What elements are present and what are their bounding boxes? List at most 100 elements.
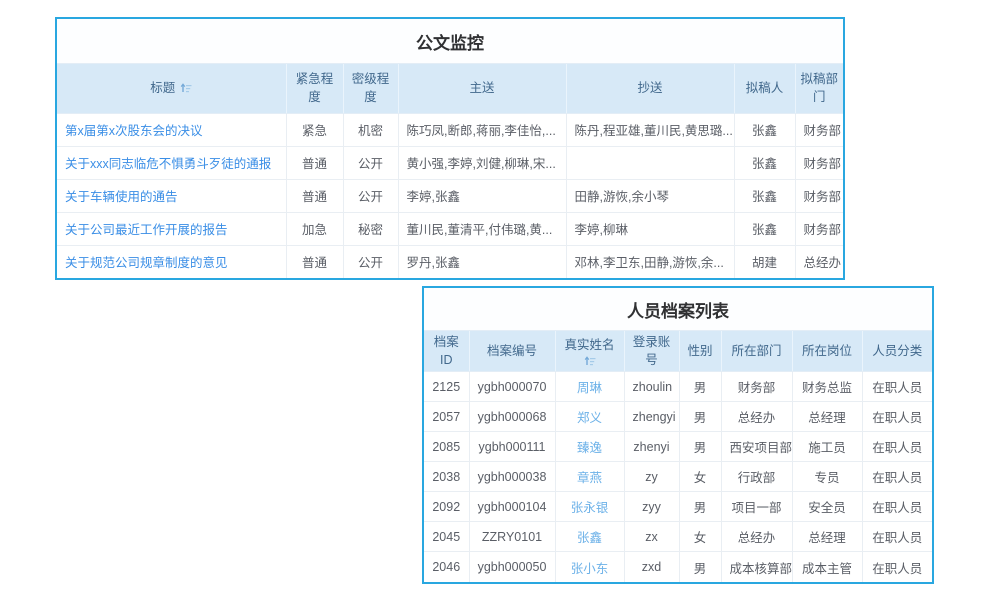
doc-title-link[interactable]: 关于xxx同志临危不惧勇斗歹徒的通报 <box>65 157 271 171</box>
position-cell: 专员 <box>792 462 862 492</box>
doc-title-link[interactable]: 关于规范公司规章制度的意见 <box>65 256 228 270</box>
name-cell: 章燕 <box>555 462 624 492</box>
person-name-link[interactable]: 周琳 <box>577 381 602 395</box>
category-cell: 在职人员 <box>862 432 932 462</box>
personnel-archive-table: 档案ID 档案编号 真实姓名 登录账号 性别 <box>424 331 932 582</box>
position-cell: 总经理 <box>792 522 862 552</box>
cc-cell: 邓林,李卫东,田静,游恢,余... <box>566 245 734 278</box>
archive-id-cell: 2045 <box>424 522 469 552</box>
gender-cell: 男 <box>679 492 721 522</box>
archive-header-row: 档案ID 档案编号 真实姓名 登录账号 性别 <box>424 331 932 372</box>
archive-id-cell: 2085 <box>424 432 469 462</box>
category-cell: 在职人员 <box>862 462 932 492</box>
doc-title-cell: 关于公司最近工作开展的报告 <box>57 212 286 245</box>
table-row: 关于公司最近工作开展的报告 加急 秘密 董川民,董清平,付伟璐,黄... 李婷,… <box>57 212 843 245</box>
archive-header-gender: 性别 <box>679 331 721 372</box>
main-to-cell: 罗丹,张鑫 <box>398 245 566 278</box>
drafter-cell: 张鑫 <box>734 212 795 245</box>
archive-header-file-no: 档案编号 <box>469 331 555 372</box>
position-cell: 财务总监 <box>792 372 862 402</box>
department-cell: 项目一部 <box>721 492 792 522</box>
file-no-cell: ygbh000070 <box>469 372 555 402</box>
monitor-header-dept: 拟稿部门 <box>795 64 843 113</box>
file-no-cell: ygbh000068 <box>469 402 555 432</box>
gender-cell: 男 <box>679 432 721 462</box>
account-cell: zx <box>624 522 679 552</box>
person-name-link[interactable]: 张永银 <box>571 501 609 515</box>
monitor-header-title-label: 标题 <box>150 79 175 97</box>
urgency-cell: 紧急 <box>286 113 343 146</box>
category-cell: 在职人员 <box>862 522 932 552</box>
doc-title-link[interactable]: 关于车辆使用的通告 <box>65 190 178 204</box>
person-name-link[interactable]: 张鑫 <box>577 531 602 545</box>
archive-id-cell: 2092 <box>424 492 469 522</box>
urgency-cell: 加急 <box>286 212 343 245</box>
table-row: 2045 ZZRY0101 张鑫 zx 女 总经办 总经理 在职人员 <box>424 522 932 552</box>
archive-header-position: 所在岗位 <box>792 331 862 372</box>
name-cell: 张鑫 <box>555 522 624 552</box>
document-monitor-panel: 公文监控 标题 <box>55 17 845 280</box>
person-name-link[interactable]: 臻逸 <box>577 441 602 455</box>
department-cell: 成本核算部 <box>721 552 792 582</box>
document-monitor-title: 公文监控 <box>57 19 843 64</box>
gender-cell: 女 <box>679 462 721 492</box>
name-cell: 周琳 <box>555 372 624 402</box>
table-row: 第x届第x次股东会的决议 紧急 机密 陈巧凤,断郎,蒋丽,李佳怡,... 陈丹,… <box>57 113 843 146</box>
dept-cell: 财务部 <box>795 113 843 146</box>
sort-icon[interactable] <box>584 355 596 367</box>
cc-cell: 陈丹,程亚雄,董川民,黄思璐... <box>566 113 734 146</box>
account-cell: zxd <box>624 552 679 582</box>
name-cell: 郑义 <box>555 402 624 432</box>
table-row: 关于规范公司规章制度的意见 普通 公开 罗丹,张鑫 邓林,李卫东,田静,游恢,余… <box>57 245 843 278</box>
person-name-link[interactable]: 章燕 <box>577 471 602 485</box>
file-no-cell: ygbh000111 <box>469 432 555 462</box>
department-cell: 西安项目部 <box>721 432 792 462</box>
urgency-cell: 普通 <box>286 146 343 179</box>
doc-title-link[interactable]: 关于公司最近工作开展的报告 <box>65 223 228 237</box>
person-name-link[interactable]: 郑义 <box>577 411 602 425</box>
document-monitor-table: 标题 紧急程度 密级程度 主送 抄送 拟稿人 拟稿部门 <box>57 64 843 278</box>
dept-cell: 财务部 <box>795 212 843 245</box>
department-cell: 总经办 <box>721 522 792 552</box>
table-row: 2085 ygbh000111 臻逸 zhenyi 男 西安项目部 施工员 在职… <box>424 432 932 462</box>
table-row: 关于xxx同志临危不惧勇斗歹徒的通报 普通 公开 黄小强,李婷,刘健,柳琳,宋.… <box>57 146 843 179</box>
archive-header-account: 登录账号 <box>624 331 679 372</box>
table-row: 2038 ygbh000038 章燕 zy 女 行政部 专员 在职人员 <box>424 462 932 492</box>
table-row: 2125 ygbh000070 周琳 zhoulin 男 财务部 财务总监 在职… <box>424 372 932 402</box>
department-cell: 行政部 <box>721 462 792 492</box>
drafter-cell: 胡建 <box>734 245 795 278</box>
urgency-cell: 普通 <box>286 179 343 212</box>
main-to-cell: 陈巧凤,断郎,蒋丽,李佳怡,... <box>398 113 566 146</box>
file-no-cell: ygbh000104 <box>469 492 555 522</box>
position-cell: 总经理 <box>792 402 862 432</box>
doc-title-cell: 第x届第x次股东会的决议 <box>57 113 286 146</box>
cc-cell <box>566 146 734 179</box>
doc-title-cell: 关于车辆使用的通告 <box>57 179 286 212</box>
doc-title-cell: 关于xxx同志临危不惧勇斗歹徒的通报 <box>57 146 286 179</box>
table-row: 2092 ygbh000104 张永银 zyy 男 项目一部 安全员 在职人员 <box>424 492 932 522</box>
archive-id-cell: 2057 <box>424 402 469 432</box>
dept-cell: 总经办 <box>795 245 843 278</box>
sort-icon[interactable] <box>180 82 192 94</box>
file-no-cell: ygbh000050 <box>469 552 555 582</box>
drafter-cell: 张鑫 <box>734 146 795 179</box>
secrecy-cell: 公开 <box>343 245 398 278</box>
doc-title-link[interactable]: 第x届第x次股东会的决议 <box>65 124 203 138</box>
cc-cell: 田静,游恢,余小琴 <box>566 179 734 212</box>
monitor-header-title[interactable]: 标题 <box>57 64 286 113</box>
person-name-link[interactable]: 张小东 <box>571 562 609 576</box>
doc-title-cell: 关于规范公司规章制度的意见 <box>57 245 286 278</box>
table-row: 关于车辆使用的通告 普通 公开 李婷,张鑫 田静,游恢,余小琴 张鑫 财务部 <box>57 179 843 212</box>
archive-header-name[interactable]: 真实姓名 <box>555 331 624 372</box>
gender-cell: 女 <box>679 522 721 552</box>
category-cell: 在职人员 <box>862 492 932 522</box>
main-to-cell: 黄小强,李婷,刘健,柳琳,宋... <box>398 146 566 179</box>
position-cell: 成本主管 <box>792 552 862 582</box>
monitor-header-main-to: 主送 <box>398 64 566 113</box>
gender-cell: 男 <box>679 552 721 582</box>
name-cell: 臻逸 <box>555 432 624 462</box>
gender-cell: 男 <box>679 372 721 402</box>
account-cell: zyy <box>624 492 679 522</box>
main-to-cell: 李婷,张鑫 <box>398 179 566 212</box>
name-cell: 张永银 <box>555 492 624 522</box>
